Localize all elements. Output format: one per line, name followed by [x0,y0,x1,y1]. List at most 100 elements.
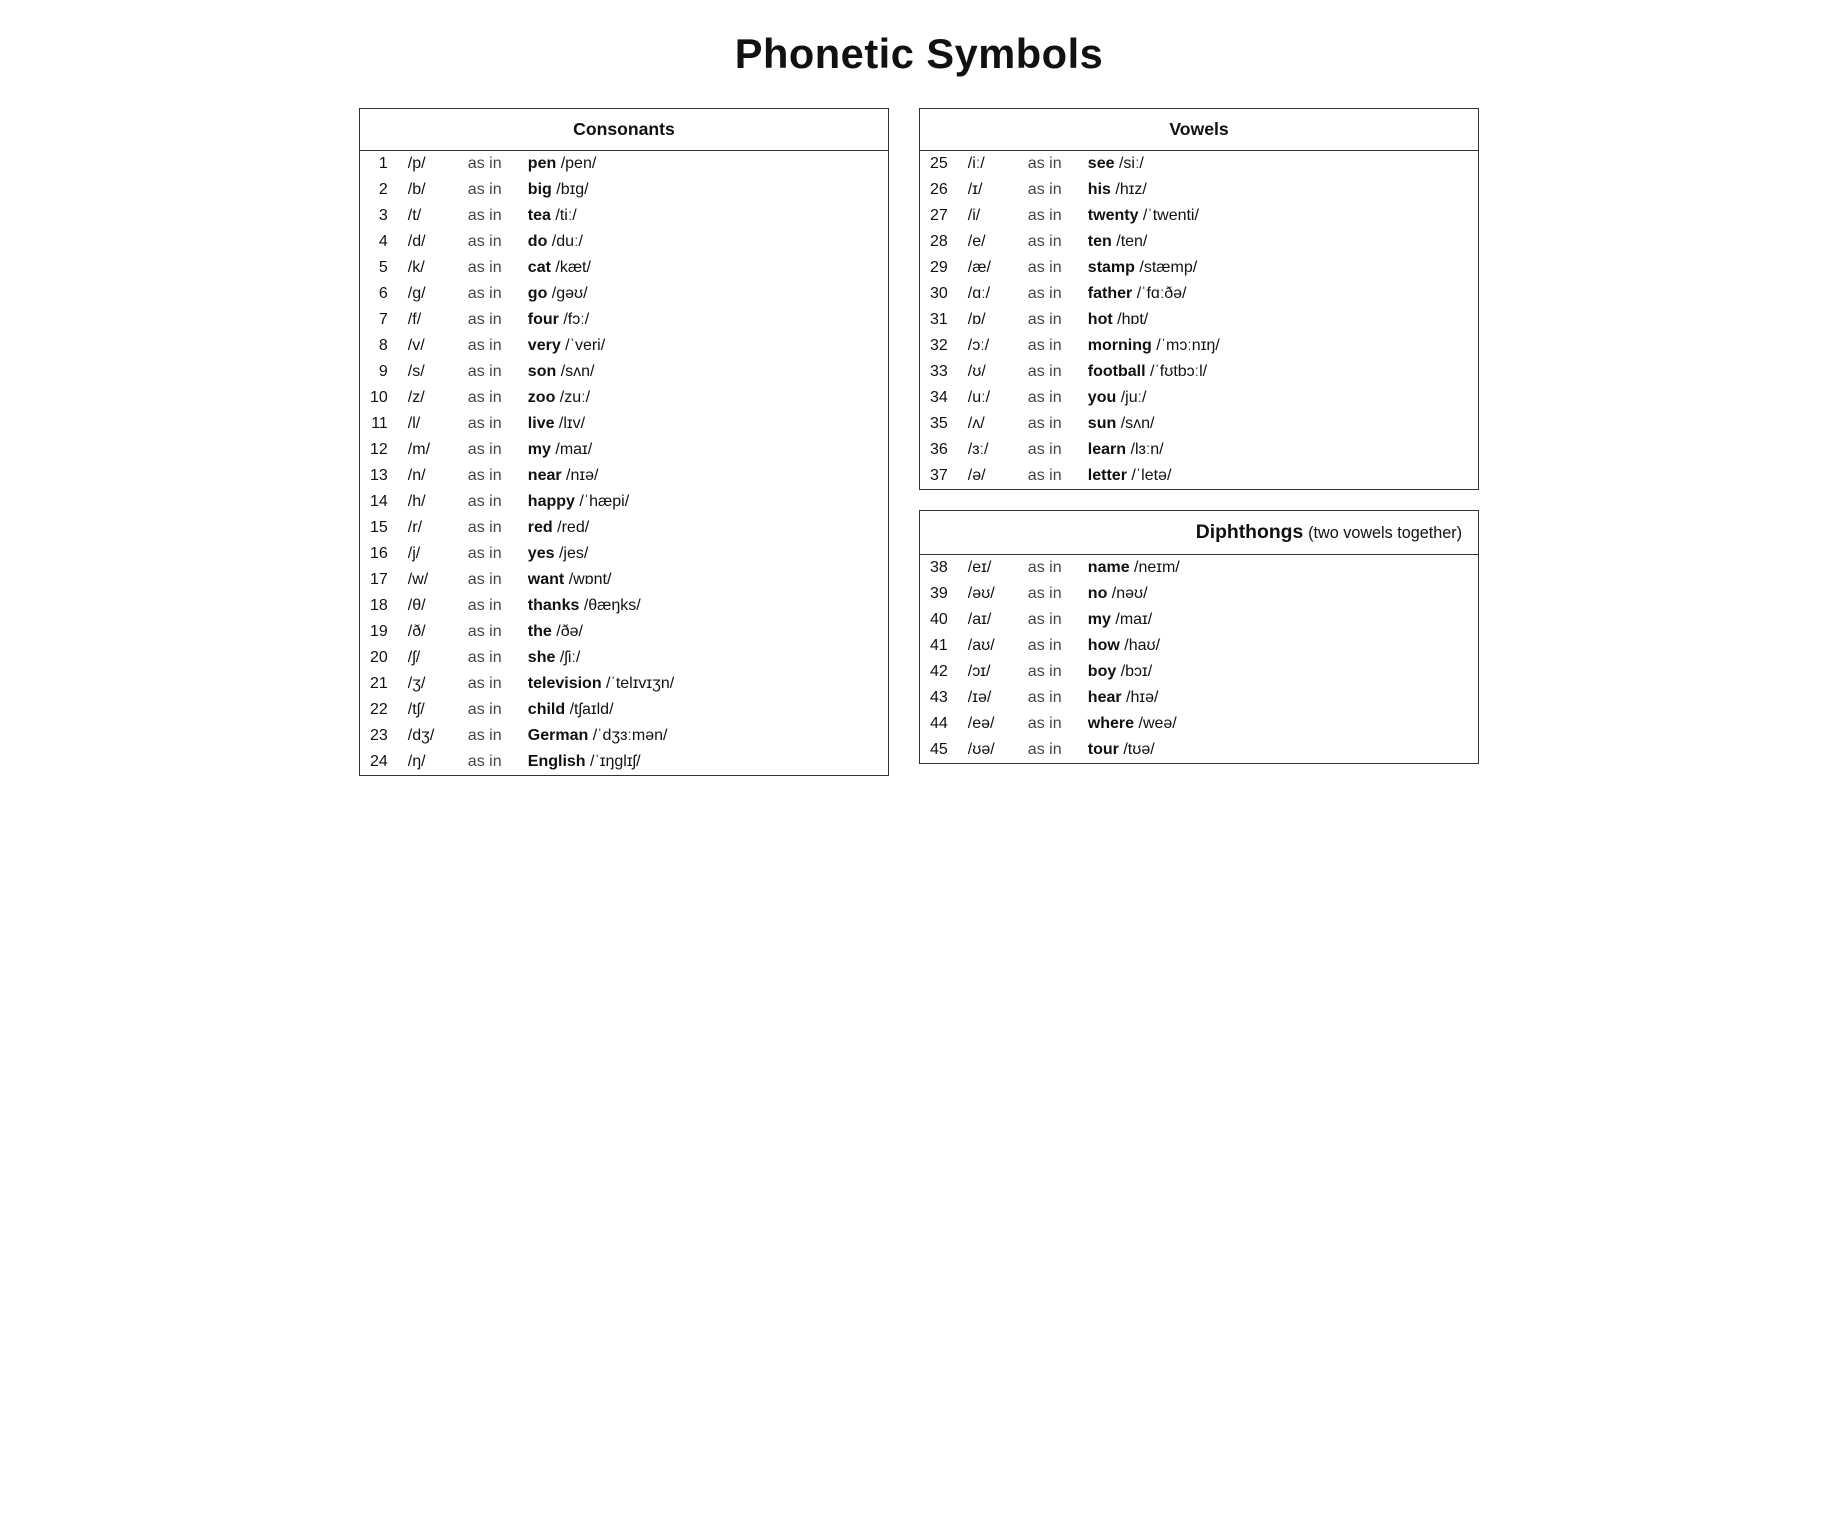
as-in-label: as in [1018,711,1078,737]
row-number: 3 [360,203,398,229]
as-in-label: as in [1018,555,1078,582]
phonetic-symbol: /e/ [958,229,1018,255]
table-row: 15/r/as inred /red/ [360,515,889,541]
row-number: 42 [920,659,958,685]
phonetic-symbol: /aɪ/ [958,607,1018,633]
page-title: Phonetic Symbols [40,30,1798,78]
table-row: 10/z/as inzoo /zuː/ [360,385,889,411]
row-number: 41 [920,633,958,659]
example-word: near /nɪə/ [518,463,889,489]
row-number: 13 [360,463,398,489]
diphthongs-table: Diphthongs (two vowels together) 38/eɪ/a… [919,510,1479,764]
table-row: 2/b/as inbig /bɪg/ [360,177,889,203]
row-number: 25 [920,151,958,178]
table-row: 18/θ/as inthanks /θæŋks/ [360,593,889,619]
as-in-label: as in [458,697,518,723]
phonetic-symbol: /ɔɪ/ [958,659,1018,685]
example-word: television /ˈtelɪvɪʒn/ [518,671,889,697]
phonetic-symbol: /k/ [398,255,458,281]
row-number: 21 [360,671,398,697]
phonetic-symbol: /i/ [958,203,1018,229]
as-in-label: as in [458,151,518,178]
table-row: 16/j/as inyes /jes/ [360,541,889,567]
as-in-label: as in [458,281,518,307]
example-word: stamp /stæmp/ [1078,255,1479,281]
table-row: 17/w/as inwant /wɒnt/ [360,567,889,593]
phonetic-symbol: /v/ [398,333,458,359]
table-row: 35/ʌ/as insun /sʌn/ [920,411,1479,437]
as-in-label: as in [1018,255,1078,281]
row-number: 35 [920,411,958,437]
table-row: 29/æ/as instamp /stæmp/ [920,255,1479,281]
as-in-label: as in [458,593,518,619]
as-in-label: as in [1018,463,1078,490]
phonetic-symbol: /əʊ/ [958,581,1018,607]
as-in-label: as in [458,489,518,515]
as-in-label: as in [1018,385,1078,411]
example-word: tour /tʊə/ [1078,737,1479,764]
phonetic-symbol: /ɜː/ [958,437,1018,463]
table-row: 26/ɪ/as inhis /hɪz/ [920,177,1479,203]
table-row: 20/ʃ/as inshe /ʃiː/ [360,645,889,671]
phonetic-symbol: /g/ [398,281,458,307]
example-word: happy /ˈhæpi/ [518,489,889,515]
phonetic-symbol: /ʌ/ [958,411,1018,437]
row-number: 40 [920,607,958,633]
example-word: sun /sʌn/ [1078,411,1479,437]
as-in-label: as in [1018,633,1078,659]
as-in-label: as in [1018,177,1078,203]
table-row: 43/ɪə/as inhear /hɪə/ [920,685,1479,711]
phonetic-symbol: /ɒ/ [958,307,1018,333]
example-word: son /sʌn/ [518,359,889,385]
as-in-label: as in [458,177,518,203]
row-number: 43 [920,685,958,711]
as-in-label: as in [1018,411,1078,437]
table-row: 8/v/as invery /ˈveri/ [360,333,889,359]
row-number: 28 [920,229,958,255]
table-row: 30/ɑː/as infather /ˈfɑːðə/ [920,281,1479,307]
table-row: 11/l/as inlive /lɪv/ [360,411,889,437]
as-in-label: as in [458,307,518,333]
example-word: hear /hɪə/ [1078,685,1479,711]
example-word: hot /hɒt/ [1078,307,1479,333]
example-word: live /lɪv/ [518,411,889,437]
row-number: 24 [360,749,398,776]
phonetic-symbol: /aʊ/ [958,633,1018,659]
example-word: four /fɔː/ [518,307,889,333]
example-word: morning /ˈmɔːnɪŋ/ [1078,333,1479,359]
right-column: Vowels 25/iː/as insee /siː/26/ɪ/as inhis… [919,108,1479,764]
row-number: 29 [920,255,958,281]
example-word: name /neɪm/ [1078,555,1479,582]
example-word: his /hɪz/ [1078,177,1479,203]
as-in-label: as in [458,255,518,281]
consonants-table: Consonants 1/p/as inpen /pen/2/b/as inbi… [359,108,889,776]
as-in-label: as in [1018,333,1078,359]
example-word: my /maɪ/ [1078,607,1479,633]
row-number: 22 [360,697,398,723]
as-in-label: as in [458,359,518,385]
as-in-label: as in [458,567,518,593]
as-in-label: as in [458,671,518,697]
phonetic-symbol: /iː/ [958,151,1018,178]
table-row: 9/s/as inson /sʌn/ [360,359,889,385]
row-number: 2 [360,177,398,203]
as-in-label: as in [458,437,518,463]
example-word: letter /ˈletə/ [1078,463,1479,490]
example-word: child /tʃaɪld/ [518,697,889,723]
phonetic-symbol: /eɪ/ [958,555,1018,582]
as-in-label: as in [1018,437,1078,463]
as-in-label: as in [458,749,518,776]
example-word: yes /jes/ [518,541,889,567]
table-row: 36/ɜː/as inlearn /lɜːn/ [920,437,1479,463]
as-in-label: as in [458,463,518,489]
phonetic-symbol: /æ/ [958,255,1018,281]
table-row: 12/m/as inmy /maɪ/ [360,437,889,463]
row-number: 8 [360,333,398,359]
row-number: 12 [360,437,398,463]
table-row: 44/eə/as inwhere /weə/ [920,711,1479,737]
phonetic-symbol: /t/ [398,203,458,229]
row-number: 31 [920,307,958,333]
row-number: 17 [360,567,398,593]
table-row: 40/aɪ/as inmy /maɪ/ [920,607,1479,633]
row-number: 20 [360,645,398,671]
